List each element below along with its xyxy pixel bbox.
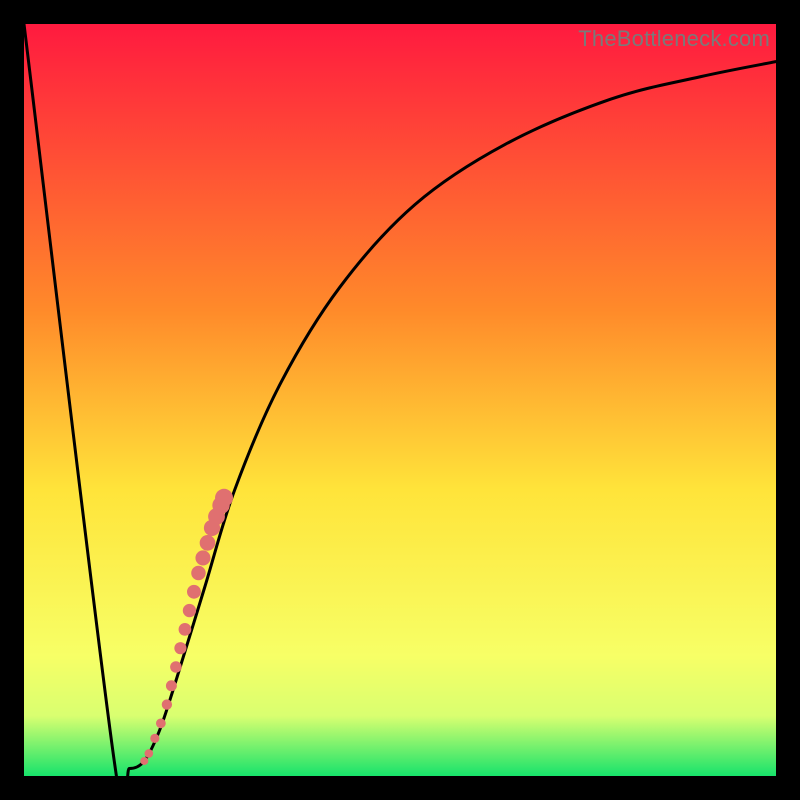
marker-point	[162, 699, 172, 709]
marker-point	[191, 566, 205, 580]
marker-point	[156, 718, 166, 728]
chart-frame: TheBottleneck.com	[24, 24, 776, 776]
gradient-background	[24, 24, 776, 776]
marker-point	[145, 749, 154, 758]
marker-point	[170, 661, 182, 673]
bottleneck-chart	[24, 24, 776, 776]
marker-point	[187, 585, 201, 599]
marker-point	[215, 489, 233, 507]
watermark-text: TheBottleneck.com	[578, 26, 770, 52]
marker-point	[140, 757, 148, 765]
marker-point	[166, 680, 177, 691]
marker-point	[150, 734, 159, 743]
marker-point	[174, 642, 186, 654]
marker-point	[183, 604, 196, 617]
marker-point	[195, 550, 210, 565]
marker-point	[179, 623, 192, 636]
marker-point	[200, 535, 216, 551]
